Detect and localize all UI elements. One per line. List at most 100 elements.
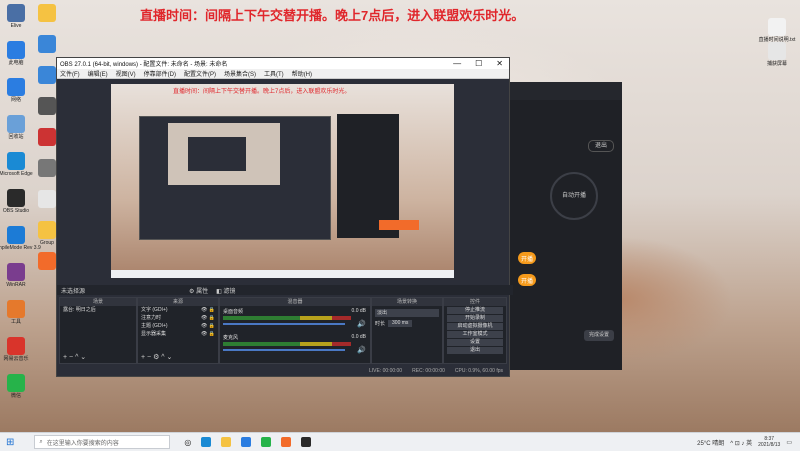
properties-button[interactable]: ⚙ 属性 [189, 286, 208, 295]
tray-icons[interactable]: ^ ⊡ ♪ 英 [730, 438, 752, 447]
source-item[interactable]: 主题 (GDI+) 👁 🔒 [138, 322, 218, 330]
recycle-bin-icon [7, 115, 25, 133]
logout-button[interactable]: 退出 [588, 140, 614, 152]
desktop-icon[interactable]: CompileMode Rev 3.9 [0, 226, 41, 251]
menu-item[interactable]: 编辑(E) [88, 69, 108, 78]
nested-orange-button [379, 220, 419, 230]
file-explorer-icon[interactable] [221, 437, 232, 447]
speaker-icon[interactable]: 🔊 [357, 320, 366, 328]
desktop-icon[interactable]: Microsoft Edge [0, 152, 33, 177]
desktop-icon[interactable]: 网络 [1, 78, 31, 103]
audio-mixer-dock: 混音器 桌面音频 0.0 dB 🔊 麦克风 0.0 dB 🔊 [219, 297, 371, 364]
channel-name: 桌面音频 [223, 309, 244, 315]
desktop-icon[interactable] [32, 4, 62, 22]
desktop-icon[interactable]: 微信 [1, 374, 31, 399]
obs-icon[interactable] [301, 437, 312, 447]
control-button[interactable]: 启动虚拟摄像机 [447, 323, 503, 330]
mixer-channel-mic: 麦克风 0.0 dB 🔊 [220, 332, 370, 358]
wechat-icon[interactable] [261, 437, 272, 447]
desktop-icon[interactable]: WinRAR [1, 263, 31, 288]
desktop-icon[interactable]: 此电脑 [1, 41, 31, 66]
minimize-button[interactable]: — [453, 59, 461, 68]
sources-title: 来源 [138, 298, 218, 306]
source-item[interactable]: 文字 (GDI+) 👁 🔒 [138, 306, 218, 314]
control-button[interactable]: 设置 [447, 339, 503, 346]
app-icon[interactable] [281, 437, 292, 447]
desktop-icon[interactable]: 回收站 [1, 115, 31, 140]
desktop-icon[interactable]: OBS Studio [1, 189, 31, 214]
source-list: 文字 (GDI+) 👁 🔒 注意力时 👁 🔒 主题 (GDI+) 👁 🔒 显示器采集 👁 🔒 [138, 306, 218, 338]
menu-item[interactable]: 帮助(H) [292, 69, 312, 78]
search-icon: ⌕ [39, 438, 43, 445]
task-view-icon[interactable]: ◎ [184, 438, 191, 447]
scenes-title: 场景 [60, 298, 136, 306]
start-live-pill-2[interactable]: 开播 [518, 274, 536, 286]
desktop-icon-label: Microsoft Edge [0, 171, 33, 177]
maximize-button[interactable]: ☐ [475, 59, 482, 68]
music-icon [7, 337, 25, 355]
mixer-title: 混音器 [220, 298, 370, 306]
desktop-icon[interactable]: 工具 [1, 300, 31, 325]
control-button[interactable]: 开始录制 [447, 315, 503, 322]
menu-item[interactable]: 配置文件(P) [184, 69, 216, 78]
duration-input[interactable]: 300 ms [388, 320, 413, 327]
weather-widget[interactable]: 25°C 晴朗 [697, 438, 724, 447]
scene-item[interactable]: 露台: 明日之后 [60, 306, 136, 314]
source-item[interactable]: 注意力时 👁 🔒 [138, 314, 218, 322]
visibility-lock-icons[interactable]: 👁 🔒 [201, 330, 218, 338]
desktop-icon-label: 回收站 [8, 134, 24, 140]
desktop-icon[interactable]: 网易云音乐 [1, 337, 31, 362]
menu-item[interactable]: 停靠部件(D) [144, 69, 176, 78]
menu-item[interactable]: 工具(T) [264, 69, 284, 78]
scenes-dock: 场景 露台: 明日之后 + − ^ ⌄ [59, 297, 137, 364]
filters-button[interactable]: ◧ 滤镜 [216, 286, 235, 295]
transitions-title: 场景转换 [372, 298, 442, 306]
notification-icon[interactable]: ▭ [786, 439, 792, 446]
clock[interactable]: 8:37 2021/8/13 [758, 436, 780, 448]
visibility-lock-icons[interactable]: 👁 🔒 [201, 306, 218, 314]
obs-icon [7, 189, 25, 207]
store-icon[interactable] [241, 437, 252, 447]
close-button[interactable]: ✕ [496, 59, 503, 68]
search-placeholder: 在这里输入你要搜索的内容 [46, 440, 119, 447]
preview-taskbar [111, 270, 454, 278]
control-button[interactable]: 停止推流 [447, 307, 503, 314]
channel-db: 0.0 dB [351, 334, 366, 340]
speaker-icon[interactable]: 🔊 [357, 346, 366, 354]
volume-slider[interactable] [223, 323, 345, 325]
edge-icon[interactable] [201, 437, 212, 447]
desktop-icon[interactable]: 直播时间说明.txt [759, 18, 795, 43]
transition-select[interactable]: 淡出 [375, 309, 439, 317]
desktop-icon[interactable] [32, 35, 62, 53]
menu-item[interactable]: 文件(F) [60, 69, 80, 78]
menu-item[interactable]: 场景集合(S) [224, 69, 256, 78]
obs-menubar: 文件(F) 编辑(E) 视图(V) 停靠部件(D) 配置文件(P) 场景集合(S) 工具(T… [57, 69, 509, 79]
desktop-icon-label: 网易云音乐 [3, 356, 29, 362]
visibility-lock-icons[interactable]: 👁 🔒 [201, 314, 218, 322]
desktop-icon-label: 捕获屏幕 [766, 61, 787, 67]
desktop-icon-label: 微信 [10, 393, 21, 399]
obs-preview-canvas[interactable]: 直播时间：间隔上下午交替开播。晚上7点后，进入联盟欢乐时光。 [111, 84, 454, 278]
taskbar-search[interactable]: ⌕ 在这里输入你要搜索的内容 [34, 435, 171, 449]
start-icon[interactable]: ⊞ [6, 437, 14, 448]
volume-slider[interactable] [223, 349, 345, 351]
desktop-icon[interactable]: Elive [1, 4, 31, 29]
finish-settings-button[interactable]: 完成设置 [584, 330, 614, 341]
control-button[interactable]: 退出 [447, 347, 503, 354]
control-button[interactable]: 工作室模式 [447, 331, 503, 338]
visibility-lock-icons[interactable]: 👁 🔒 [201, 322, 218, 330]
document-icon [38, 190, 56, 208]
no-source-label: 未选择源 [61, 288, 86, 295]
rec-timer: REC: 00:00:00 [412, 368, 445, 374]
scenes-toolbar-icons[interactable]: + − ^ ⌄ [63, 353, 86, 361]
document-icon [768, 42, 786, 60]
desktop-icon[interactable]: 捕获屏幕 [762, 42, 792, 67]
volume-meter [223, 342, 351, 346]
properties-label: 属性 [196, 288, 209, 295]
stream-schedule-banner: 直播时间：间隔上下午交替开播。晚上7点后，进入联盟欢乐时光。 [140, 8, 525, 23]
source-item[interactable]: 显示器采集 👁 🔒 [138, 330, 218, 338]
document-icon [768, 18, 786, 36]
start-live-pill[interactable]: 开播 [518, 252, 536, 264]
sources-toolbar-icons[interactable]: + − ⚙ ^ ⌄ [141, 353, 172, 361]
menu-item[interactable]: 视图(V) [116, 69, 136, 78]
